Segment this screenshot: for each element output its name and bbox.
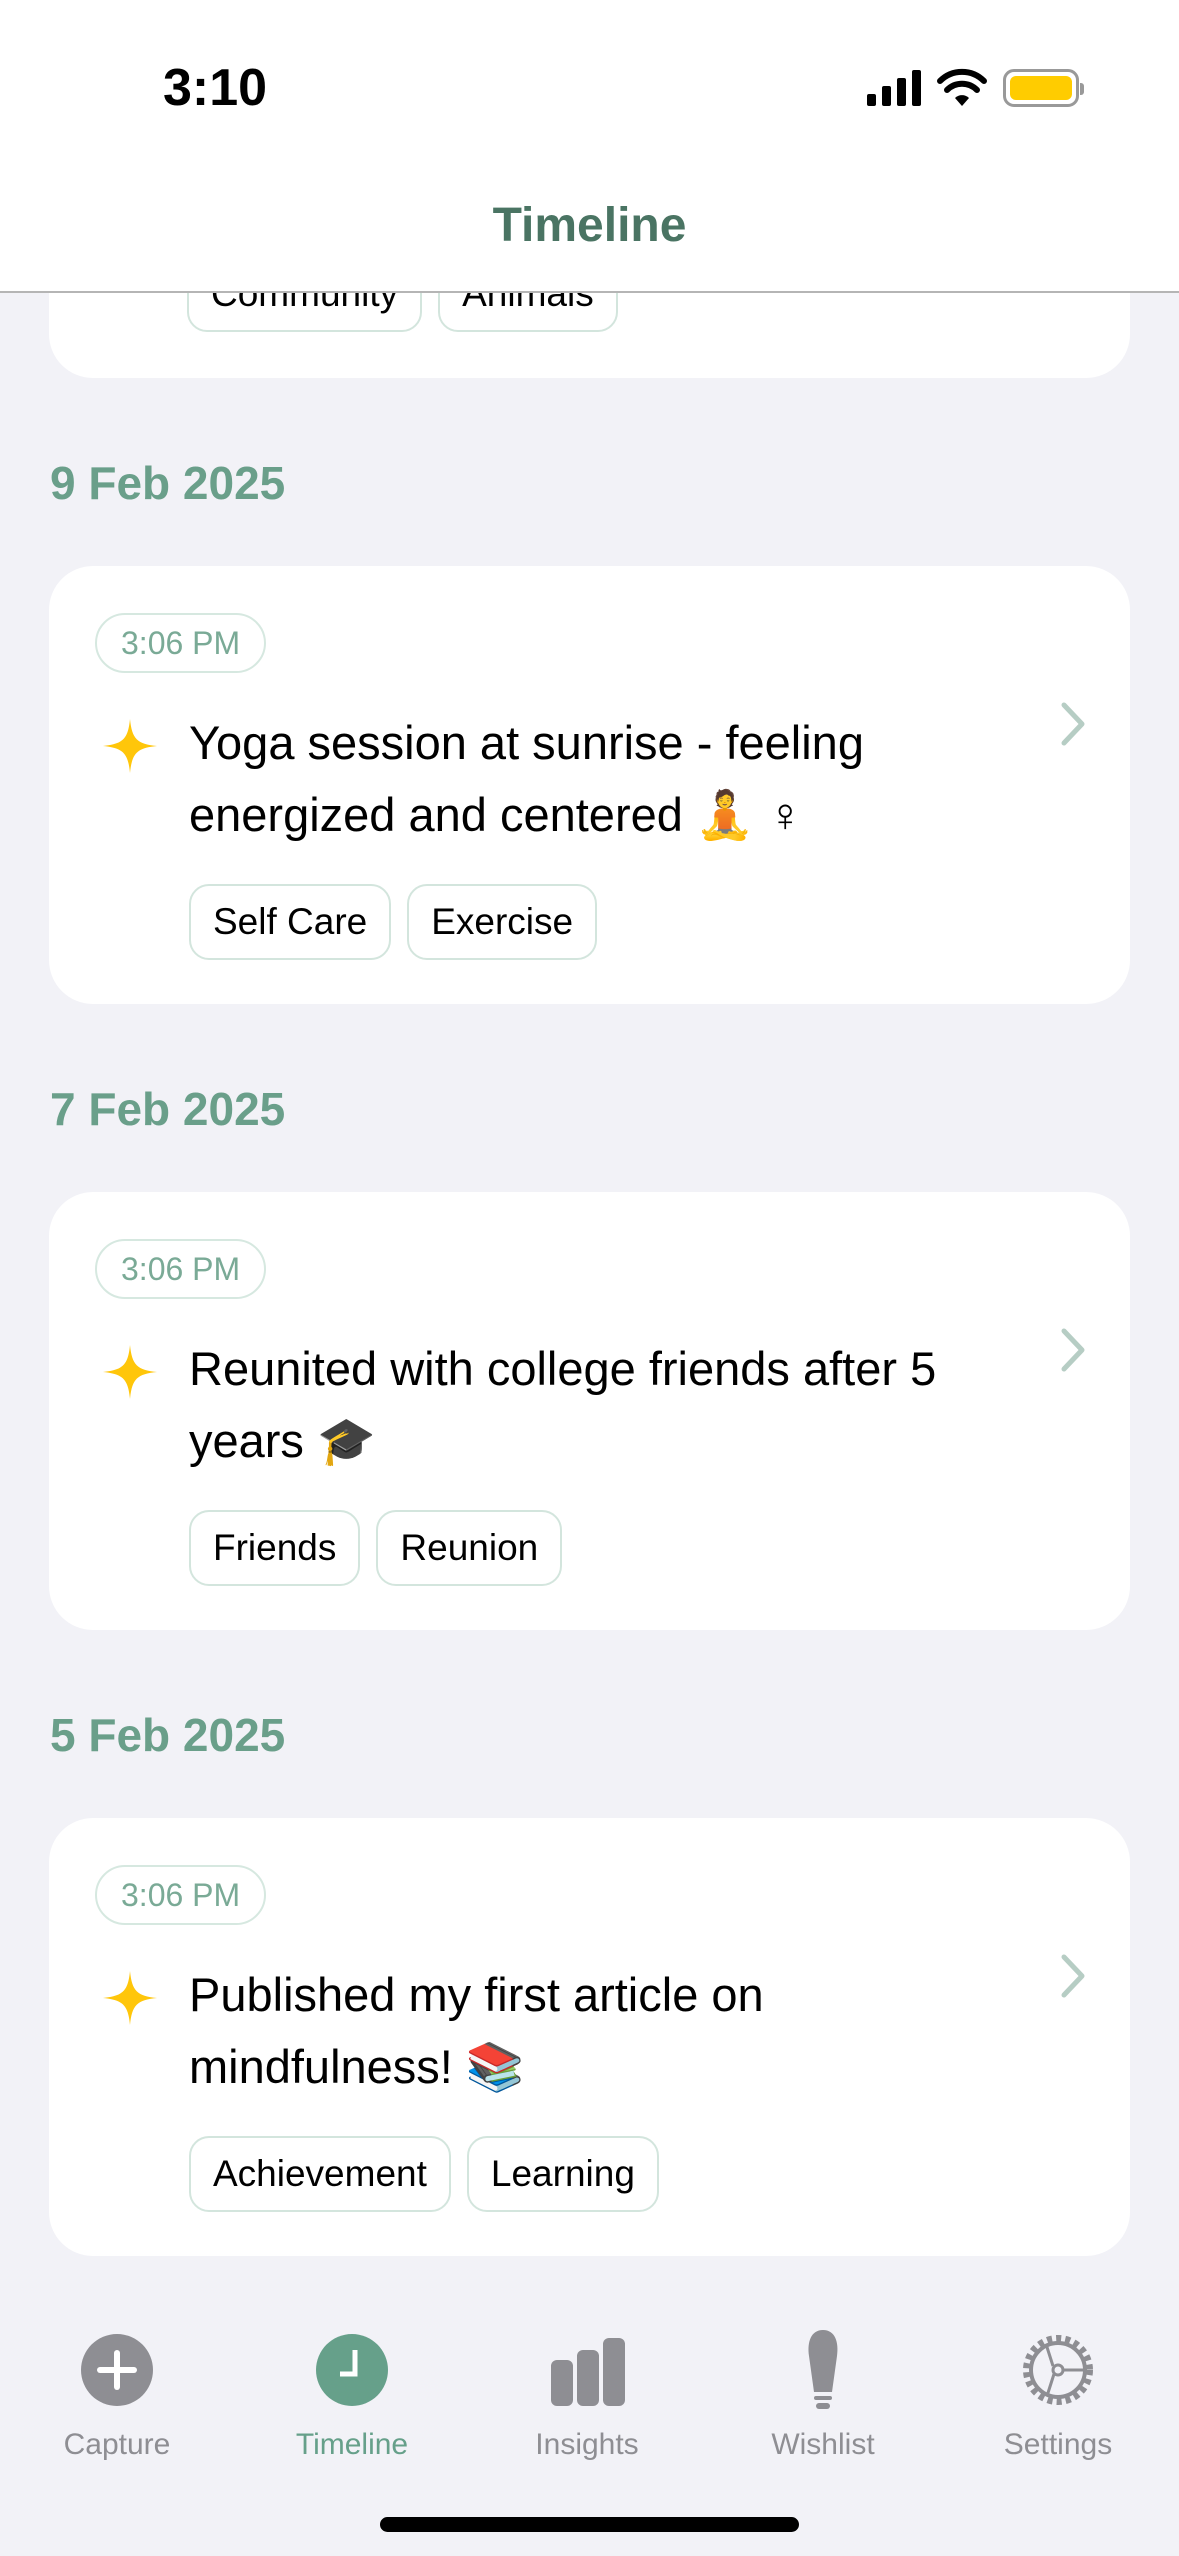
entry-text: Reunited with college friends after 5 ye… [189, 1342, 937, 1467]
time-badge: 3:06 PM [95, 1865, 267, 1925]
tab-settings[interactable]: Settings [958, 2330, 1158, 2462]
battery-icon [1003, 69, 1084, 107]
tab-capture[interactable]: Capture [17, 2330, 217, 2462]
tag: Learning [466, 2136, 659, 2212]
tab-timeline[interactable]: Timeline [252, 2330, 452, 2462]
tab-label: Settings [1003, 2428, 1113, 2461]
entry-text: Published my first article on mindfulnes… [189, 1968, 764, 2093]
date-heading: 9 Feb 2025 [50, 457, 286, 509]
chevron-right-icon[interactable] [1058, 701, 1088, 747]
tag: Friends [189, 1510, 361, 1586]
tab-label: Wishlist [771, 2428, 875, 2461]
cellular-signal-icon [867, 70, 921, 106]
status-bar: 3:10 [0, 0, 1179, 170]
clock-icon [316, 2334, 388, 2406]
chevron-right-icon[interactable] [1058, 1953, 1088, 1999]
home-indicator[interactable] [380, 2517, 799, 2532]
date-heading: 7 Feb 2025 [50, 1083, 286, 1135]
entry-text: Yoga session at sunrise - feeling energi… [189, 716, 864, 841]
entry-card[interactable]: 3:06 PM Reunited with college friends af… [49, 1192, 1130, 1630]
tab-label: Timeline [295, 2428, 409, 2461]
tab-wishlist[interactable]: Wishlist [723, 2330, 923, 2462]
bar-chart-icon [551, 2338, 625, 2406]
date-heading: 5 Feb 2025 [50, 1709, 286, 1761]
timeline-list[interactable]: Community Animals 9 Feb 2025 3:06 PM Yog… [49, 0, 1130, 2256]
status-time: 3:10 [163, 59, 268, 117]
tab-label: Capture [63, 2428, 171, 2461]
wifi-icon [937, 68, 987, 106]
nav-header: Timeline [0, 170, 1179, 293]
entry-card[interactable]: 3:06 PM Published my first article on mi… [49, 1818, 1130, 2256]
tag: Reunion [376, 1510, 563, 1586]
plus-circle-icon [81, 2334, 153, 2406]
sparkle-icon [103, 1971, 157, 2025]
page-title: Timeline [492, 199, 687, 252]
time-badge: 3:06 PM [95, 1239, 267, 1299]
tag: Exercise [407, 884, 598, 960]
tag: Achievement [189, 2136, 451, 2212]
tab-insights[interactable]: Insights [487, 2330, 687, 2462]
sparkle-icon [103, 719, 157, 773]
tab-label: Insights [535, 2428, 639, 2461]
tag: Self Care [189, 884, 392, 960]
sparkle-icon [103, 1345, 157, 1399]
entry-card[interactable]: 3:06 PM Yoga session at sunrise - feelin… [49, 566, 1130, 1004]
gear-icon [1023, 2335, 1093, 2405]
time-badge: 3:06 PM [95, 613, 267, 673]
lightbulb-icon [808, 2330, 838, 2409]
chevron-right-icon[interactable] [1058, 1327, 1088, 1373]
